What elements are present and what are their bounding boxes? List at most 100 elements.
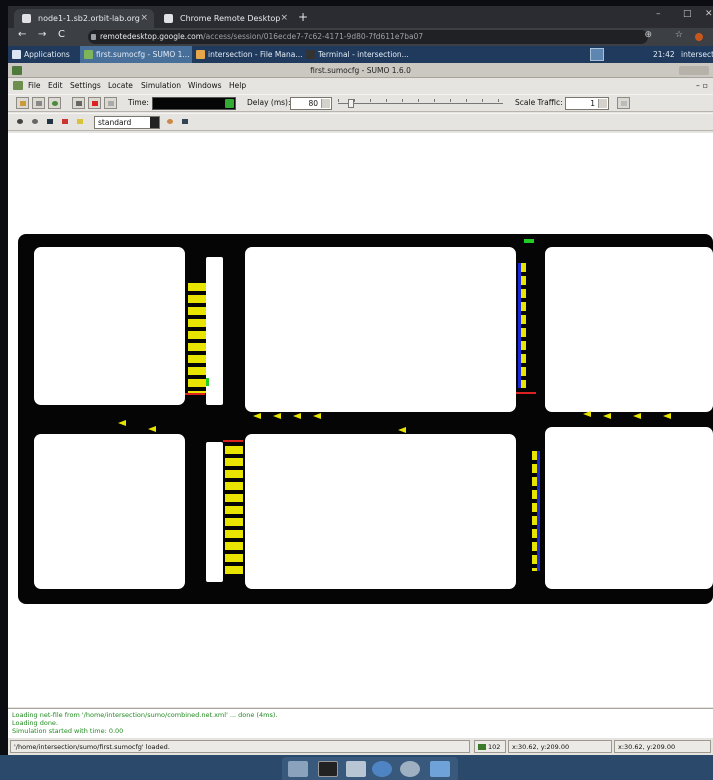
reload-button[interactable]: C [58, 29, 65, 40]
tab-close-icon[interactable]: × [140, 9, 148, 28]
folder-icon [196, 50, 205, 59]
menu-edit[interactable]: Edit [48, 79, 63, 93]
taskbar-item-terminal[interactable]: Terminal - intersection... [306, 46, 414, 63]
scale-value: 1 [590, 99, 595, 108]
screenshot-icon[interactable] [179, 116, 192, 128]
file-manager-icon[interactable] [346, 761, 366, 777]
menu-simulation[interactable]: Simulation [141, 79, 181, 93]
city-block [545, 427, 713, 589]
open-config-button[interactable] [16, 97, 29, 109]
recenter-view-icon[interactable] [14, 116, 27, 128]
delay-label: Delay (ms): [247, 98, 291, 107]
menu-bar: File Edit Settings Locate Simulation Win… [8, 79, 713, 93]
vehicle[interactable] [633, 413, 641, 419]
status-bar: '/home/intersection/sumo/first.sumocfg' … [8, 739, 713, 754]
lane-marker [537, 451, 540, 571]
reload-button[interactable] [48, 97, 61, 109]
vehicle-count-value: 102 [488, 743, 501, 751]
maximize-button[interactable]: □ [683, 9, 692, 19]
search-icon[interactable] [400, 761, 420, 777]
vehicle[interactable] [148, 426, 156, 432]
vehicle[interactable] [603, 413, 611, 419]
vehicle-queue [188, 283, 206, 393]
tab-orbit-lab[interactable]: node1-1.sb2.orbit-lab.org × [14, 9, 154, 28]
city-block [34, 247, 185, 405]
scale-traffic-label: Scale Traffic: [515, 98, 563, 107]
mdi-controls[interactable]: –▫ [696, 79, 711, 93]
status-message: '/home/intersection/sumo/first.sumocfg' … [10, 740, 470, 753]
minimize-button[interactable]: – [656, 9, 661, 19]
time-toggle-icon[interactable] [225, 99, 234, 108]
locate-edge-icon[interactable] [74, 116, 87, 128]
applications-menu[interactable]: Applications [12, 46, 70, 63]
menu-help[interactable]: Help [229, 79, 246, 93]
open-network-button[interactable] [32, 97, 45, 109]
taskbar-item-sumo[interactable]: first.sumocfg - SUMO 1... [80, 46, 192, 63]
vehicle[interactable] [583, 411, 591, 417]
zoom-icon[interactable] [29, 116, 42, 128]
vehicle-count: 102 [474, 740, 506, 753]
lock-icon [91, 34, 96, 40]
view-toolbar: standard [8, 113, 713, 131]
sumo-menu-icon [13, 81, 23, 90]
menu-locate[interactable]: Locate [108, 79, 133, 93]
vehicle[interactable] [273, 413, 281, 419]
favicon-icon [22, 14, 31, 23]
run-button[interactable] [72, 97, 85, 109]
slider-handle[interactable] [348, 99, 354, 108]
sumo-window: first.sumocfg - SUMO 1.6.0 File Edit Set… [8, 63, 713, 755]
chevron-down-icon[interactable] [150, 117, 159, 128]
city-block [245, 247, 516, 412]
taskbar-item-file-manager[interactable]: intersection - File Mana... [196, 46, 304, 63]
tab-label: node1-1.sb2.orbit-lab.org [38, 14, 140, 23]
workspace-switcher[interactable] [590, 48, 604, 61]
vehicle-queue [225, 446, 243, 576]
vehicle[interactable] [293, 413, 301, 419]
close-window-button[interactable]: ✕ [705, 9, 713, 19]
extension-icon[interactable] [695, 33, 703, 41]
delay-input[interactable]: 80 [290, 97, 332, 110]
bookmark-star-icon[interactable]: ⊕ ☆ [645, 30, 693, 40]
new-tab-button[interactable]: + [298, 9, 308, 25]
vehicle[interactable] [398, 427, 406, 433]
tab-close-icon[interactable]: × [280, 9, 288, 28]
menu-settings[interactable]: Settings [70, 79, 101, 93]
address-bar[interactable]: remotedesktop.google.com/access/session/… [88, 30, 648, 44]
locate-junction-icon[interactable] [44, 116, 57, 128]
menu-windows[interactable]: Windows [188, 79, 221, 93]
window-buttons[interactable] [679, 66, 709, 75]
menu-file[interactable]: File [28, 79, 41, 93]
terminal-icon[interactable] [318, 761, 338, 777]
vehicle[interactable] [118, 420, 126, 426]
scheme-value: standard [98, 118, 132, 127]
vehicle[interactable] [313, 413, 321, 419]
spinner-icon[interactable] [321, 99, 330, 108]
terminal-icon [306, 50, 315, 59]
locate-vehicle-icon[interactable] [59, 116, 72, 128]
edit-coloring-icon[interactable] [164, 116, 177, 128]
web-browser-icon[interactable] [372, 761, 392, 777]
network-view[interactable]: 0 10m [8, 133, 713, 707]
stop-button[interactable] [88, 97, 101, 109]
forward-button[interactable]: → [38, 29, 46, 40]
scale-apply-button[interactable] [617, 97, 630, 109]
time-display [152, 97, 236, 110]
vehicle[interactable] [253, 413, 261, 419]
browser-toolbar: ← → C remotedesktop.google.com/access/se… [8, 28, 713, 46]
delay-slider[interactable] [338, 99, 503, 108]
lane-marker [518, 263, 521, 388]
message-log: Loading net-file from '/home/intersectio… [8, 708, 713, 738]
show-desktop-icon[interactable] [288, 761, 308, 777]
tab-chrome-remote-desktop[interactable]: Chrome Remote Desktop × [156, 9, 294, 28]
sumo-logo-icon [12, 66, 22, 75]
window-title: first.sumocfg - SUMO 1.6.0 [310, 66, 411, 75]
median-strip [206, 442, 223, 582]
delay-value: 80 [308, 99, 318, 108]
color-scheme-select[interactable]: standard [94, 116, 160, 129]
vehicle[interactable] [663, 413, 671, 419]
spinner-icon[interactable] [598, 99, 607, 108]
back-button[interactable]: ← [18, 29, 26, 40]
step-button[interactable] [104, 97, 117, 109]
scale-traffic-input[interactable]: 1 [565, 97, 609, 110]
folder-icon[interactable] [430, 761, 450, 777]
